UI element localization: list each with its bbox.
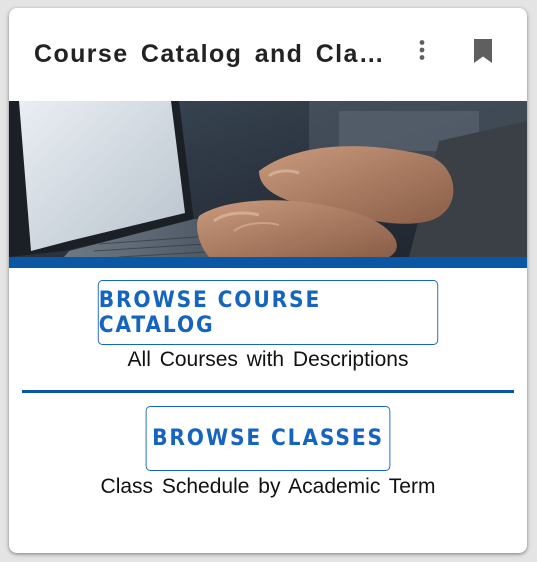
laptop-typing-photo	[9, 101, 527, 257]
card-header: Course Catalog and Class Schedule	[9, 8, 527, 101]
bookmark-icon	[474, 39, 492, 63]
browse-course-catalog-button[interactable]: BROWSE COURSE CATALOG	[97, 280, 439, 345]
card-title: Course Catalog and Class Schedule	[34, 40, 394, 68]
more-vert-icon	[419, 40, 425, 60]
bookmark-button[interactable]	[469, 36, 497, 66]
hero-image	[9, 101, 527, 257]
more-options-button[interactable]	[408, 36, 436, 64]
course-catalog-description: All Courses with Descriptions	[127, 348, 409, 371]
course-catalog-card: Course Catalog and Class Schedule	[9, 8, 527, 553]
classes-description: Class Schedule by Academic Term	[100, 475, 436, 498]
section-divider	[22, 390, 514, 393]
hero-accent-bar	[9, 257, 527, 268]
browse-classes-button[interactable]: BROWSE CLASSES	[145, 406, 391, 471]
